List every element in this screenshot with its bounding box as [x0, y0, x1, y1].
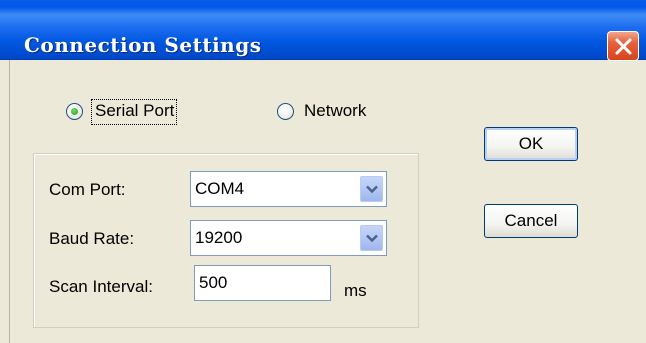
- chevron-down-icon: [366, 234, 378, 243]
- scan-interval-label: Scan Interval:: [49, 277, 153, 296]
- serial-port-radio[interactable]: [66, 103, 83, 120]
- scan-interval-input[interactable]: 500: [194, 265, 331, 301]
- window-left-border: [9, 60, 10, 343]
- baud-rate-label: Baud Rate:: [49, 229, 135, 248]
- serial-port-radio-label[interactable]: Serial Port: [95, 101, 174, 121]
- baud-rate-value: 19200: [195, 228, 243, 247]
- com-port-label: Com Port:: [49, 180, 126, 199]
- com-port-value: COM4: [195, 179, 245, 198]
- cancel-button[interactable]: Cancel: [484, 204, 578, 238]
- close-button[interactable]: [607, 31, 639, 61]
- com-port-dropdown-button[interactable]: [360, 176, 383, 202]
- title-bar[interactable]: Connection Settings: [0, 0, 646, 61]
- network-radio[interactable]: [277, 103, 294, 120]
- window-title: Connection Settings: [24, 33, 262, 57]
- baud-rate-dropdown-button[interactable]: [360, 225, 383, 251]
- connection-settings-dialog: Connection Settings Serial Port Network …: [0, 0, 646, 343]
- scan-interval-unit: ms: [344, 281, 367, 300]
- radio-selected-dot: [71, 108, 78, 115]
- baud-rate-select[interactable]: 19200: [190, 220, 387, 256]
- ok-button[interactable]: OK: [484, 127, 578, 161]
- com-port-select[interactable]: COM4: [190, 171, 387, 207]
- network-radio-label[interactable]: Network: [304, 101, 366, 121]
- chevron-down-icon: [366, 185, 378, 194]
- close-icon: [615, 38, 632, 55]
